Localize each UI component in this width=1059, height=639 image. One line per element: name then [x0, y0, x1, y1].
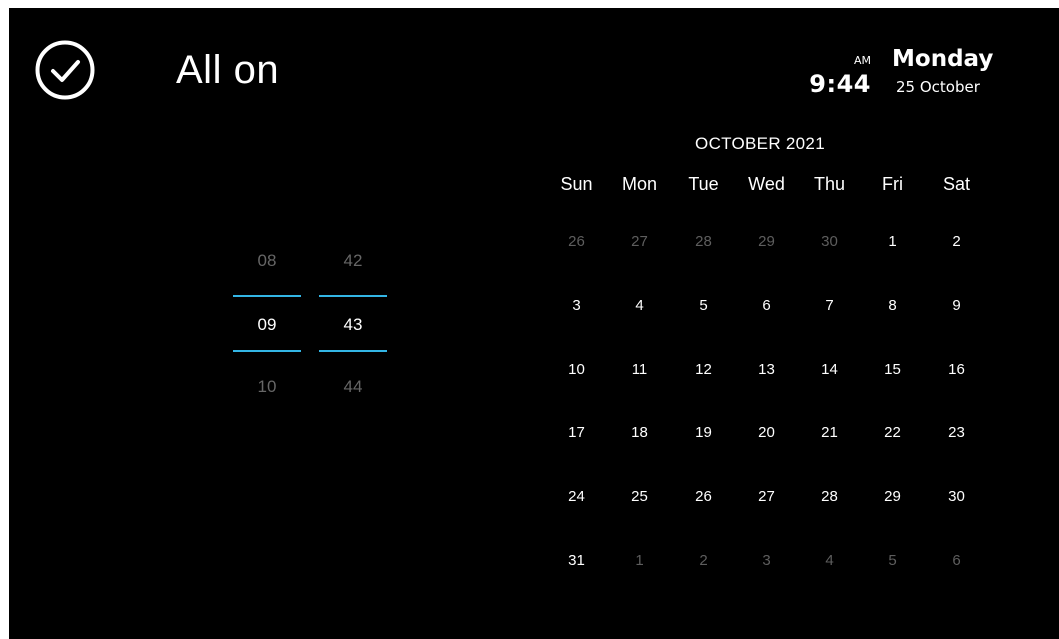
calendar-day[interactable]: 27 [735, 485, 798, 509]
hour-picker[interactable]: 08 09 10 [233, 238, 301, 418]
calendar-day[interactable]: 6 [735, 294, 798, 318]
calendar-day[interactable]: 15 [861, 358, 924, 382]
calendar-day-other-month[interactable]: 6 [925, 549, 988, 573]
calendar-day[interactable]: 18 [608, 421, 671, 445]
calendar-weekday-header: Sun Mon Tue Wed Thu Fri Sat [545, 172, 986, 198]
calendar-day[interactable]: 21 [798, 421, 861, 445]
clock-ampm: AM [853, 54, 871, 67]
calendar-day[interactable]: 1 [861, 230, 924, 254]
calendar-day[interactable]: 14 [798, 358, 861, 382]
calendar-day-other-month[interactable]: 3 [735, 549, 798, 573]
page-title: All on [176, 48, 280, 92]
calendar-day[interactable]: 31 [545, 549, 608, 573]
calendar-day[interactable]: 25 [608, 485, 671, 509]
weekday-label: Sat [942, 174, 971, 194]
weekday-label: Tue [688, 174, 719, 194]
screen: All on AM 9:44 Monday 25 October 08 09 1… [0, 0, 1059, 639]
calendar-day[interactable]: 2 [925, 230, 988, 254]
clock: AM 9:44 [805, 48, 875, 98]
calendar-day-other-month[interactable]: 29 [735, 230, 798, 254]
calendar-day[interactable]: 29 [861, 485, 924, 509]
calendar-day[interactable]: 12 [672, 358, 735, 382]
calendar-day[interactable]: 8 [861, 294, 924, 318]
calendar-day[interactable]: 9 [925, 294, 988, 318]
hour-next-value[interactable]: 10 [233, 376, 301, 398]
calendar-day[interactable]: 11 [608, 358, 671, 382]
minute-current-value[interactable]: 43 [319, 314, 387, 336]
calendar-day[interactable]: 16 [925, 358, 988, 382]
weekday-label: Thu [813, 174, 846, 194]
weekday-label: Sun [560, 174, 593, 194]
weekday-label: Wed [748, 174, 785, 194]
calendar-grid: 26 27 28 29 30 1 2 3 4 5 6 7 8 9 10 11 12 13 14 15 16 17 18 19 2… [545, 230, 986, 610]
clock-day-name: Monday [892, 46, 994, 72]
minute-picker-divider-bottom [319, 350, 387, 352]
calendar-day[interactable]: 13 [735, 358, 798, 382]
calendar-day-other-month[interactable]: 1 [608, 549, 671, 573]
calendar-day-other-month[interactable]: 5 [861, 549, 924, 573]
calendar-day[interactable]: 30 [925, 485, 988, 509]
clock-date: 25 October [896, 78, 980, 96]
weekday-label: Mon [621, 174, 657, 194]
weekday-label: Fri [882, 174, 903, 194]
calendar-day[interactable]: 23 [925, 421, 988, 445]
calendar-day-other-month[interactable]: 28 [672, 230, 735, 254]
calendar-day-other-month[interactable]: 2 [672, 549, 735, 573]
calendar-day[interactable]: 26 [672, 485, 735, 509]
calendar-day[interactable]: 4 [608, 294, 671, 318]
calendar-day[interactable]: 3 [545, 294, 608, 318]
hour-picker-divider-top [233, 295, 301, 297]
minute-picker[interactable]: 42 43 44 [319, 238, 387, 418]
calendar-day[interactable]: 20 [735, 421, 798, 445]
calendar-day-other-month[interactable]: 30 [798, 230, 861, 254]
calendar-day[interactable]: 28 [798, 485, 861, 509]
calendar-day-other-month[interactable]: 4 [798, 549, 861, 573]
hour-prev-value[interactable]: 08 [233, 250, 301, 272]
calendar-day[interactable]: 22 [861, 421, 924, 445]
minute-next-value[interactable]: 44 [319, 376, 387, 398]
minute-prev-value[interactable]: 42 [319, 250, 387, 272]
clock-time: 9:44 [809, 70, 871, 98]
calendar-day[interactable]: 10 [545, 358, 608, 382]
calendar-month-label: OCTOBER 2021 [695, 134, 825, 153]
calendar-day[interactable]: 17 [545, 421, 608, 445]
schedule-panel: All on AM 9:44 Monday 25 October 08 09 1… [9, 8, 1059, 639]
calendar-day[interactable]: 5 [672, 294, 735, 318]
calendar-day-other-month[interactable]: 27 [608, 230, 671, 254]
calendar-day[interactable]: 19 [672, 421, 735, 445]
minute-picker-divider-top [319, 295, 387, 297]
calendar-day[interactable]: 7 [798, 294, 861, 318]
hour-current-value[interactable]: 09 [233, 314, 301, 336]
hour-picker-divider-bottom [233, 350, 301, 352]
calendar-day[interactable]: 24 [545, 485, 608, 509]
calendar-day-other-month[interactable]: 26 [545, 230, 608, 254]
check-circle-icon[interactable] [33, 38, 97, 102]
